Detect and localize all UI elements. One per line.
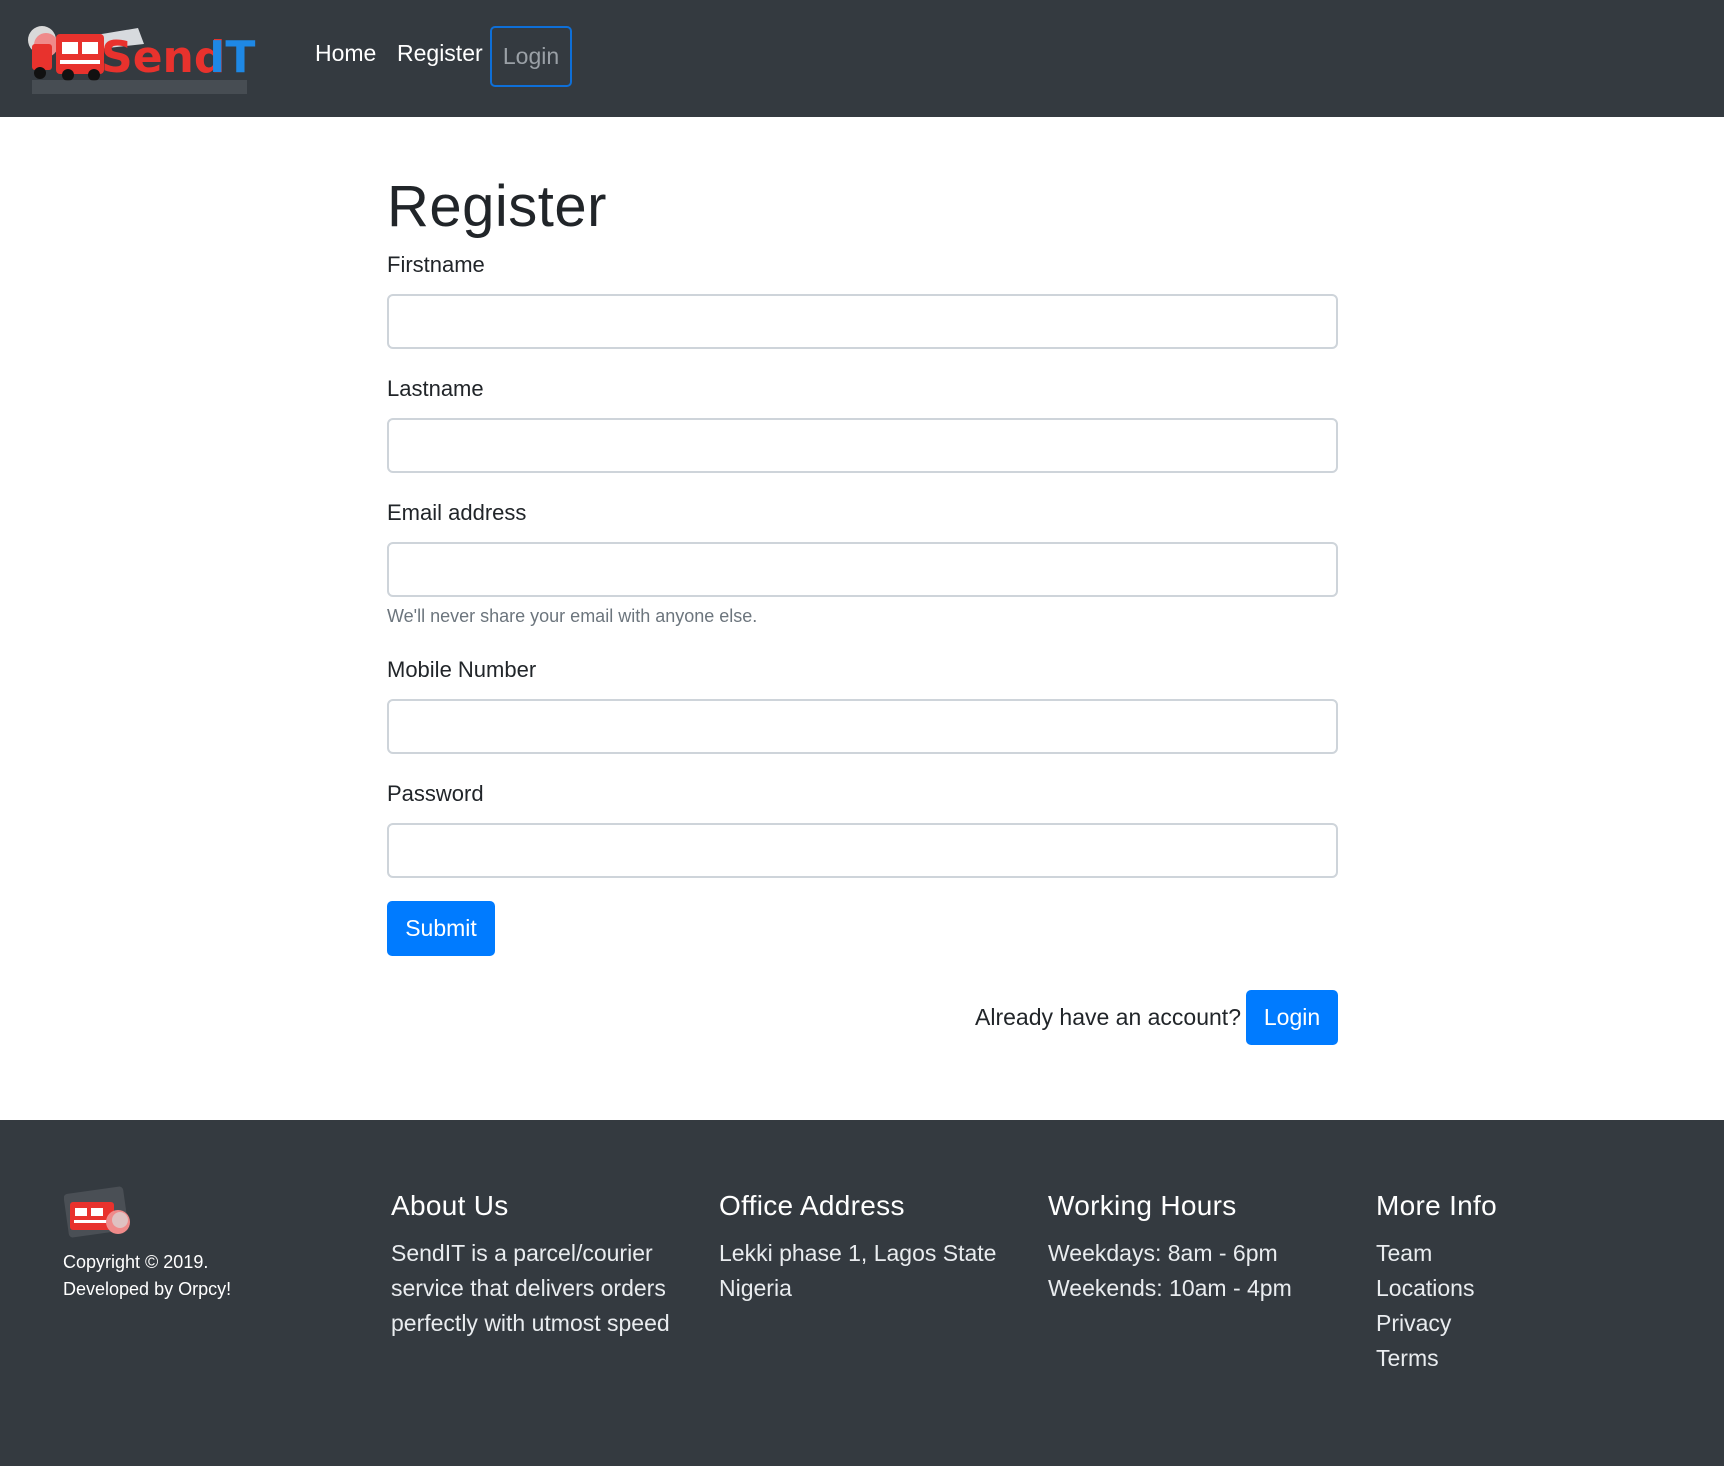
copyright: Copyright © 2019. Developed by Orpcy! bbox=[63, 1249, 231, 1303]
footer-office: Office Address Lekki phase 1, Lagos Stat… bbox=[719, 1190, 1019, 1306]
page-title: Register bbox=[387, 174, 607, 239]
about-text: SendIT is a parcel/courier service that … bbox=[391, 1240, 670, 1336]
password-input[interactable] bbox=[387, 823, 1338, 878]
brand-text-send: Send bbox=[101, 32, 225, 83]
footer-link-team[interactable]: Team bbox=[1376, 1236, 1676, 1271]
delivery-truck-icon bbox=[63, 1186, 134, 1240]
footer-hours: Working Hours Weekdays: 8am - 6pm Weeken… bbox=[1048, 1190, 1348, 1306]
more-info-heading: More Info bbox=[1376, 1190, 1497, 1221]
email-label: Email address bbox=[387, 500, 527, 525]
firstname-input[interactable] bbox=[387, 294, 1338, 349]
nav-login-link[interactable]: Login bbox=[490, 26, 572, 87]
lastname-input[interactable] bbox=[387, 418, 1338, 473]
hours-heading: Working Hours bbox=[1048, 1190, 1237, 1221]
office-line-1: Lekki phase 1, Lagos State bbox=[719, 1240, 997, 1266]
already-account-text: Already have an account? bbox=[975, 1004, 1241, 1030]
office-line-2: Nigeria bbox=[719, 1275, 792, 1301]
footer-about: About Us SendIT is a parcel/courier serv… bbox=[391, 1190, 691, 1341]
copyright-line: Copyright © 2019. bbox=[63, 1252, 209, 1272]
mobile-input[interactable] bbox=[387, 699, 1338, 754]
mobile-label: Mobile Number bbox=[387, 657, 537, 682]
brand-logo[interactable]: Send IT bbox=[26, 18, 276, 98]
footer-link-privacy[interactable]: Privacy bbox=[1376, 1306, 1676, 1341]
login-button[interactable]: Login bbox=[1246, 990, 1338, 1045]
office-heading: Office Address bbox=[719, 1190, 905, 1221]
navbar: Send IT Home Register Login bbox=[0, 0, 1724, 117]
email-help-text: We'll never share your email with anyone… bbox=[387, 606, 758, 626]
lastname-label: Lastname bbox=[387, 376, 484, 401]
about-heading: About Us bbox=[391, 1190, 509, 1221]
weekends-hours: Weekends: 10am - 4pm bbox=[1048, 1275, 1292, 1301]
submit-button[interactable]: Submit bbox=[387, 901, 495, 956]
brand-text-it: IT bbox=[209, 32, 255, 83]
weekdays-hours: Weekdays: 8am - 6pm bbox=[1048, 1240, 1278, 1266]
footer: Copyright © 2019. Developed by Orpcy! Ab… bbox=[0, 1120, 1724, 1466]
footer-link-locations[interactable]: Locations bbox=[1376, 1271, 1676, 1306]
nav-register-link[interactable]: Register bbox=[397, 40, 483, 67]
delivery-truck-logo-icon: Send IT bbox=[28, 26, 255, 94]
footer-link-terms[interactable]: Terms bbox=[1376, 1341, 1676, 1376]
nav-home-link[interactable]: Home bbox=[315, 40, 376, 67]
firstname-label: Firstname bbox=[387, 252, 485, 277]
password-label: Password bbox=[387, 781, 484, 806]
email-input[interactable] bbox=[387, 542, 1338, 597]
developer-line: Developed by Orpcy! bbox=[63, 1279, 232, 1299]
footer-more-info: More Info Team Locations Privacy Terms bbox=[1376, 1190, 1676, 1376]
login-prompt: Already have an account? Login bbox=[975, 990, 1338, 1045]
